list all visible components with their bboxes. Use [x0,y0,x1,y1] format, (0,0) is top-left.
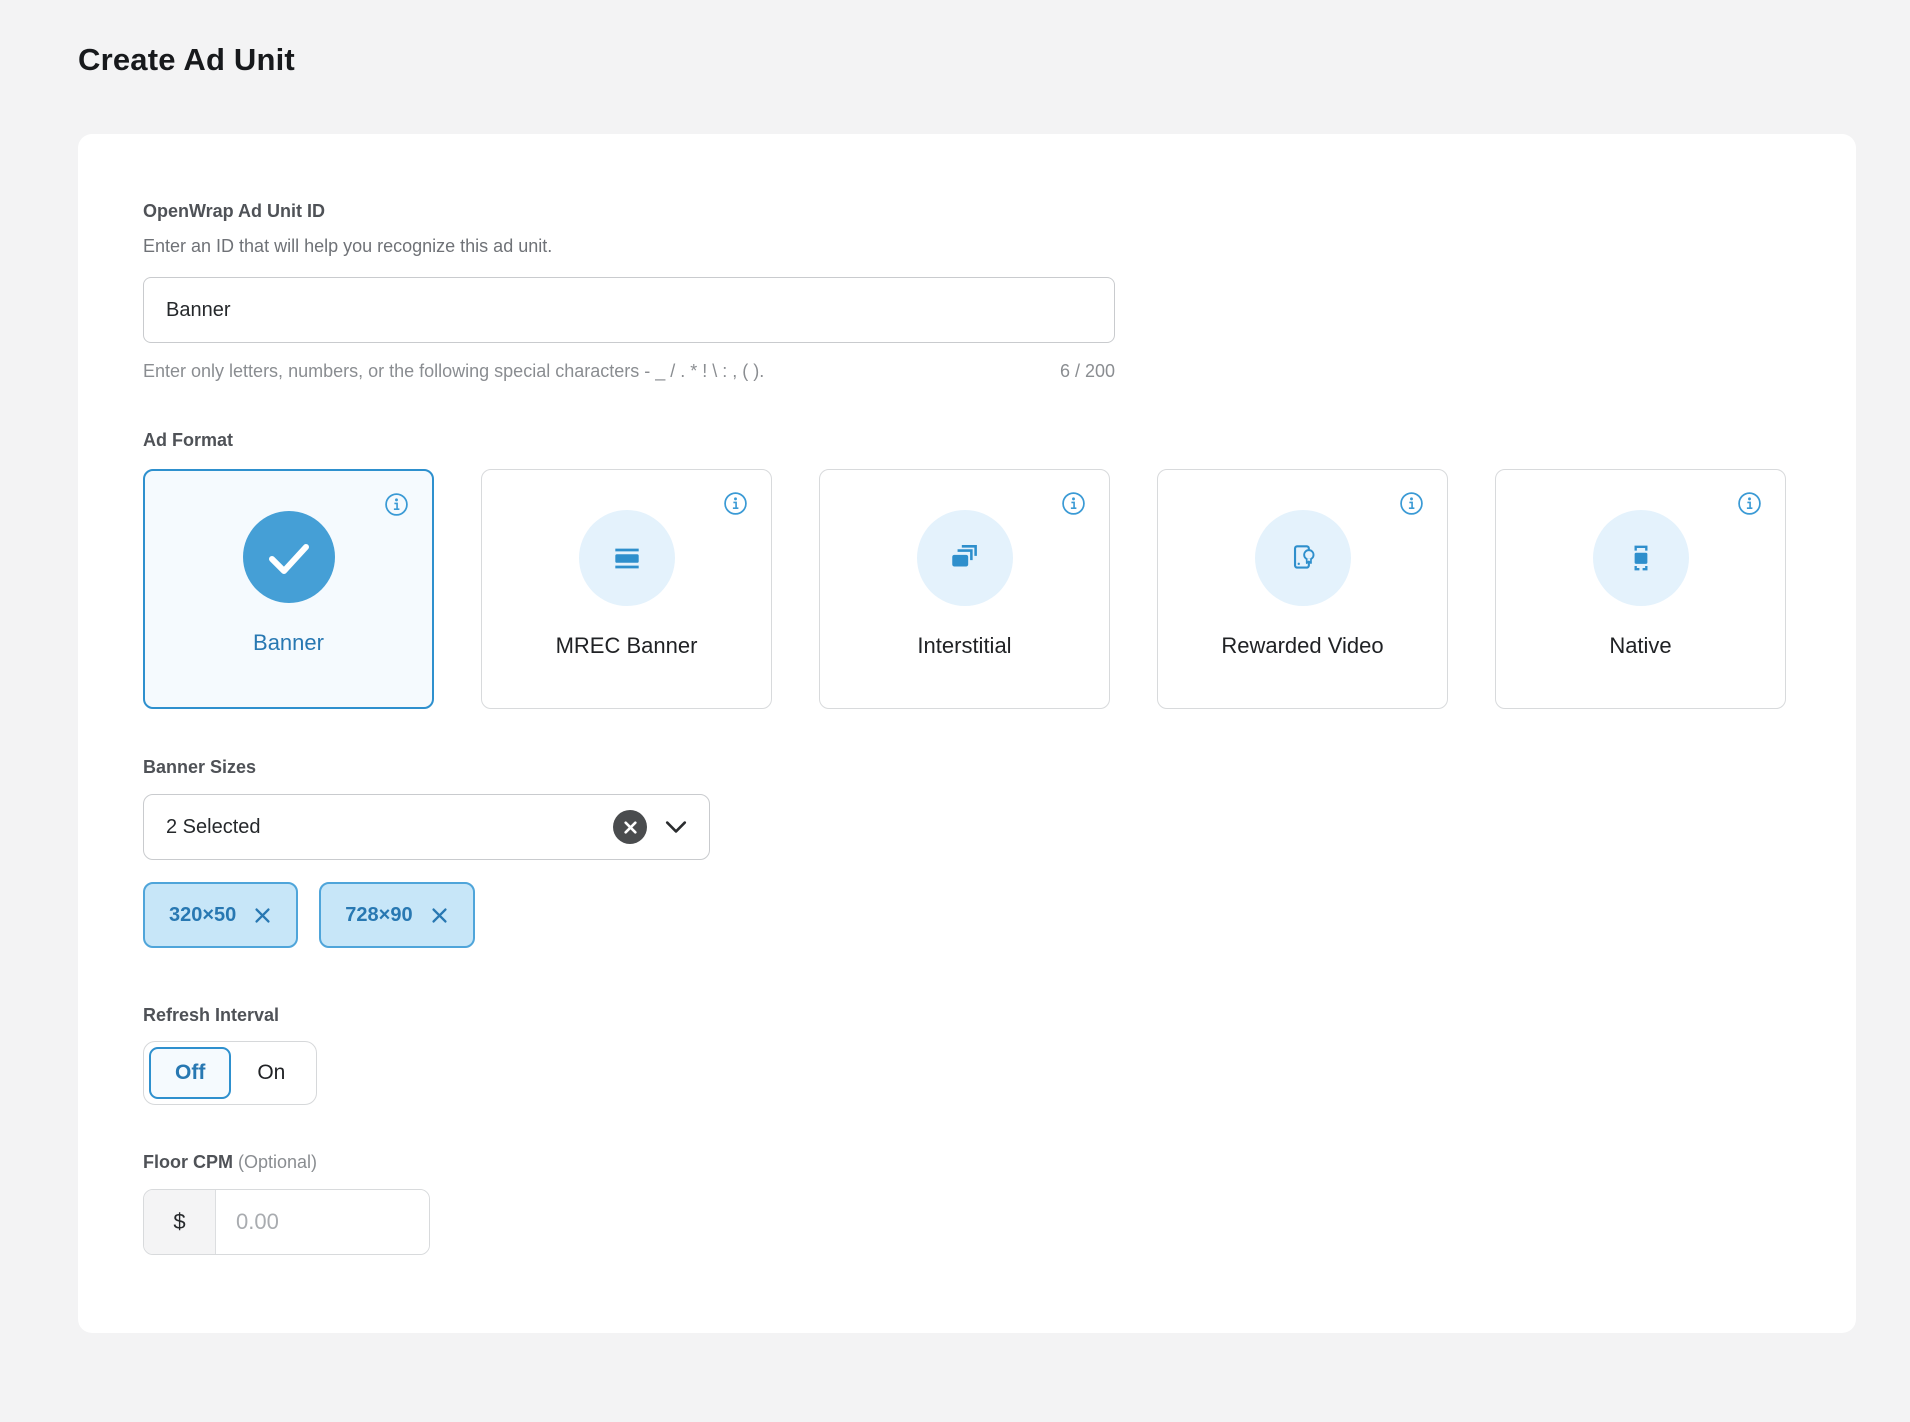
info-icon[interactable] [383,491,410,518]
mrec-banner-icon [579,510,675,606]
size-chip-label: 320×50 [169,904,236,927]
ad-format-option-native[interactable]: Native [1495,469,1786,709]
floor-cpm-label-text: Floor CPM [143,1152,233,1172]
size-chip-label: 728×90 [345,904,412,927]
format-label-native: Native [1609,633,1671,659]
rewarded-video-icon [1255,510,1351,606]
floor-cpm-input[interactable] [216,1190,429,1254]
refresh-interval-off-button[interactable]: Off [149,1047,231,1099]
ad-unit-id-label: OpenWrap Ad Unit ID [143,200,1791,222]
clear-selection-icon[interactable] [613,810,647,844]
info-icon[interactable] [1060,490,1087,517]
refresh-interval-on-button[interactable]: On [231,1047,311,1099]
format-label-interstitial: Interstitial [917,633,1011,659]
format-label-banner: Banner [253,630,324,656]
ad-unit-id-validation-hint: Enter only letters, numbers, or the foll… [143,360,764,382]
ad-format-option-interstitial[interactable]: Interstitial [819,469,1110,709]
banner-sizes-label: Banner Sizes [143,756,1791,778]
ad-unit-id-help: Enter an ID that will help you recognize… [143,235,1791,257]
format-label-mrec-banner: MREC Banner [556,633,698,659]
remove-size-icon[interactable] [253,906,272,925]
size-chip-320x50: 320×50 [143,882,298,948]
ad-format-option-banner[interactable]: Banner [143,469,434,709]
banner-sizes-selected-summary: 2 Selected [166,816,613,839]
floor-cpm-optional-note: (Optional) [238,1152,317,1172]
interstitial-icon [917,510,1013,606]
floor-cpm-label: Floor CPM (Optional) [143,1151,1791,1173]
ad-format-option-mrec-banner[interactable]: MREC Banner [481,469,772,709]
native-icon [1593,510,1689,606]
ad-format-label: Ad Format [143,429,1791,451]
chevron-down-icon [665,820,687,834]
ad-format-option-rewarded-video[interactable]: Rewarded Video [1157,469,1448,709]
create-ad-unit-card: OpenWrap Ad Unit ID Enter an ID that wil… [78,134,1856,1333]
info-icon[interactable] [1736,490,1763,517]
info-icon[interactable] [722,490,749,517]
refresh-interval-toggle: Off On [143,1041,317,1105]
ad-unit-id-input[interactable] [143,277,1115,343]
format-label-rewarded-video: Rewarded Video [1221,633,1383,659]
char-counter: 6 / 200 [1060,360,1115,382]
ad-format-options: Banner MREC Banner [143,469,1791,709]
banner-sizes-dropdown[interactable]: 2 Selected [143,794,710,860]
floor-cpm-input-group: $ [143,1189,430,1255]
page-title: Create Ad Unit [78,42,1910,78]
info-icon[interactable] [1398,490,1425,517]
currency-symbol: $ [144,1190,216,1254]
check-icon [243,511,335,603]
refresh-interval-label: Refresh Interval [143,1004,1791,1026]
remove-size-icon[interactable] [430,906,449,925]
selected-sizes-list: 320×50 728×90 [143,882,1791,948]
size-chip-728x90: 728×90 [319,882,474,948]
